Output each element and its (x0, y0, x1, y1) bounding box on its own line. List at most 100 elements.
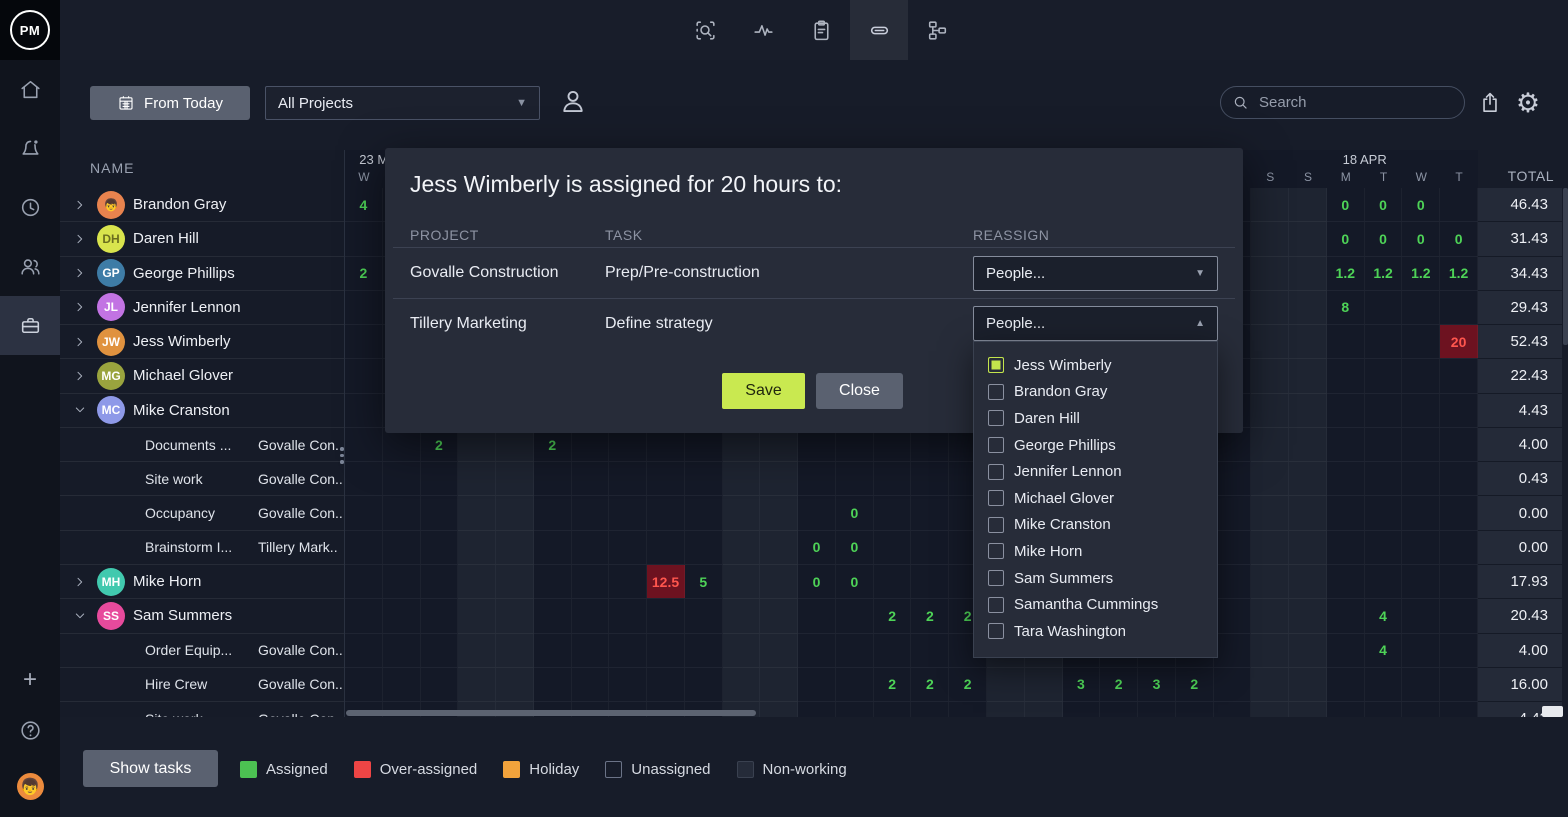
people-dropdown-item[interactable]: Mike Cranston (974, 512, 1217, 539)
save-button[interactable]: Save (722, 373, 805, 409)
day-cell[interactable] (911, 565, 949, 598)
assigned-cell[interactable]: 0 (1327, 188, 1365, 221)
day-cell[interactable] (1251, 394, 1289, 427)
day-cell[interactable] (1251, 668, 1289, 701)
day-cell[interactable] (1251, 531, 1289, 564)
day-cell[interactable] (911, 531, 949, 564)
search-input[interactable] (1220, 86, 1465, 119)
day-cell[interactable] (383, 634, 421, 667)
day-cell[interactable] (1289, 428, 1327, 461)
assigned-cell[interactable]: 3 (1063, 668, 1101, 701)
show-tasks-button[interactable]: Show tasks (83, 750, 218, 787)
day-cell[interactable] (572, 634, 610, 667)
day-cell[interactable] (874, 702, 912, 717)
day-cell[interactable] (383, 599, 421, 632)
over-assigned-cell[interactable]: 12.5 (647, 565, 685, 598)
workflow-icon[interactable] (908, 0, 966, 60)
day-cell[interactable] (534, 668, 572, 701)
day-cell[interactable] (572, 462, 610, 495)
day-cell[interactable] (1327, 462, 1365, 495)
assigned-cell[interactable]: 5 (685, 565, 723, 598)
day-cell[interactable] (647, 668, 685, 701)
day-cell[interactable] (1327, 668, 1365, 701)
day-cell[interactable] (383, 565, 421, 598)
day-cell[interactable] (421, 531, 459, 564)
day-cell[interactable] (723, 462, 761, 495)
day-cell[interactable] (345, 462, 383, 495)
checkbox-unchecked[interactable] (988, 490, 1004, 506)
day-cell[interactable] (1214, 462, 1252, 495)
checkbox-unchecked[interactable] (988, 517, 1004, 533)
day-cell[interactable] (1176, 702, 1214, 717)
day-cell[interactable] (1440, 462, 1478, 495)
day-cell[interactable] (1402, 702, 1440, 717)
day-cell[interactable] (685, 634, 723, 667)
assigned-cell[interactable]: 1.2 (1402, 257, 1440, 290)
day-cell[interactable] (1251, 565, 1289, 598)
day-cell[interactable] (1289, 462, 1327, 495)
day-cell[interactable] (609, 462, 647, 495)
day-cell[interactable] (1327, 702, 1365, 717)
day-cell[interactable] (1440, 531, 1478, 564)
export-icon[interactable] (1475, 86, 1505, 120)
checkbox-unchecked[interactable] (988, 597, 1004, 613)
task-row[interactable]: Brainstorm I...Tillery Mark.. (60, 531, 344, 565)
user-avatar[interactable]: 👦 (0, 773, 60, 803)
day-cell[interactable] (1440, 565, 1478, 598)
day-cell[interactable] (1440, 394, 1478, 427)
day-cell[interactable] (911, 634, 949, 667)
day-cell[interactable] (1214, 668, 1252, 701)
day-cell[interactable] (1289, 359, 1327, 392)
day-cell[interactable] (760, 565, 798, 598)
day-cell[interactable] (458, 462, 496, 495)
day-cell[interactable] (1214, 531, 1252, 564)
assigned-cell[interactable]: 0 (798, 565, 836, 598)
day-cell[interactable] (1251, 702, 1289, 717)
assigned-cell[interactable]: 0 (1402, 188, 1440, 221)
day-cell[interactable] (1327, 359, 1365, 392)
day-cell[interactable] (760, 634, 798, 667)
assigned-cell[interactable]: 0 (1365, 222, 1403, 255)
day-cell[interactable] (1251, 496, 1289, 529)
checkbox-unchecked[interactable] (988, 464, 1004, 480)
assigned-cell[interactable]: 1.2 (1327, 257, 1365, 290)
task-row[interactable]: Site workGovalle Con.. (60, 462, 344, 496)
day-cell[interactable] (1214, 599, 1252, 632)
people-dropdown-item[interactable]: Brandon Gray (974, 379, 1217, 406)
assigned-cell[interactable]: 0 (836, 496, 874, 529)
bell-icon[interactable] (0, 119, 60, 178)
day-cell[interactable] (874, 496, 912, 529)
gear-icon[interactable]: ⚙ (1513, 86, 1543, 120)
day-cell[interactable] (345, 496, 383, 529)
day-cell[interactable] (798, 462, 836, 495)
day-cell[interactable] (836, 599, 874, 632)
day-cell[interactable] (1402, 462, 1440, 495)
day-cell[interactable] (1327, 565, 1365, 598)
people-dropdown-item[interactable]: George Phillips (974, 432, 1217, 459)
day-cell[interactable] (798, 496, 836, 529)
day-cell[interactable] (534, 462, 572, 495)
checkbox-unchecked[interactable] (988, 384, 1004, 400)
day-cell[interactable] (345, 634, 383, 667)
day-cell[interactable] (1289, 325, 1327, 358)
reassign-select-1[interactable]: People... ▼ (973, 256, 1218, 291)
day-cell[interactable] (1289, 291, 1327, 324)
assigned-cell[interactable]: 4 (1365, 599, 1403, 632)
day-cell[interactable] (1289, 188, 1327, 221)
day-cell[interactable] (345, 291, 383, 324)
day-cell[interactable] (572, 668, 610, 701)
horizontal-scrollbar[interactable] (346, 710, 756, 716)
clock-icon[interactable] (0, 178, 60, 237)
day-cell[interactable] (874, 531, 912, 564)
day-cell[interactable] (723, 668, 761, 701)
people-dropdown-item[interactable]: Jennifer Lennon (974, 458, 1217, 485)
day-cell[interactable] (1251, 325, 1289, 358)
assigned-cell[interactable]: 0 (1440, 222, 1478, 255)
region-search-icon[interactable] (676, 0, 734, 60)
day-cell[interactable] (458, 531, 496, 564)
day-cell[interactable] (1251, 222, 1289, 255)
day-cell[interactable] (1365, 496, 1403, 529)
day-cell[interactable] (1402, 359, 1440, 392)
people-dropdown-item[interactable]: Michael Glover (974, 485, 1217, 512)
day-cell[interactable] (647, 634, 685, 667)
